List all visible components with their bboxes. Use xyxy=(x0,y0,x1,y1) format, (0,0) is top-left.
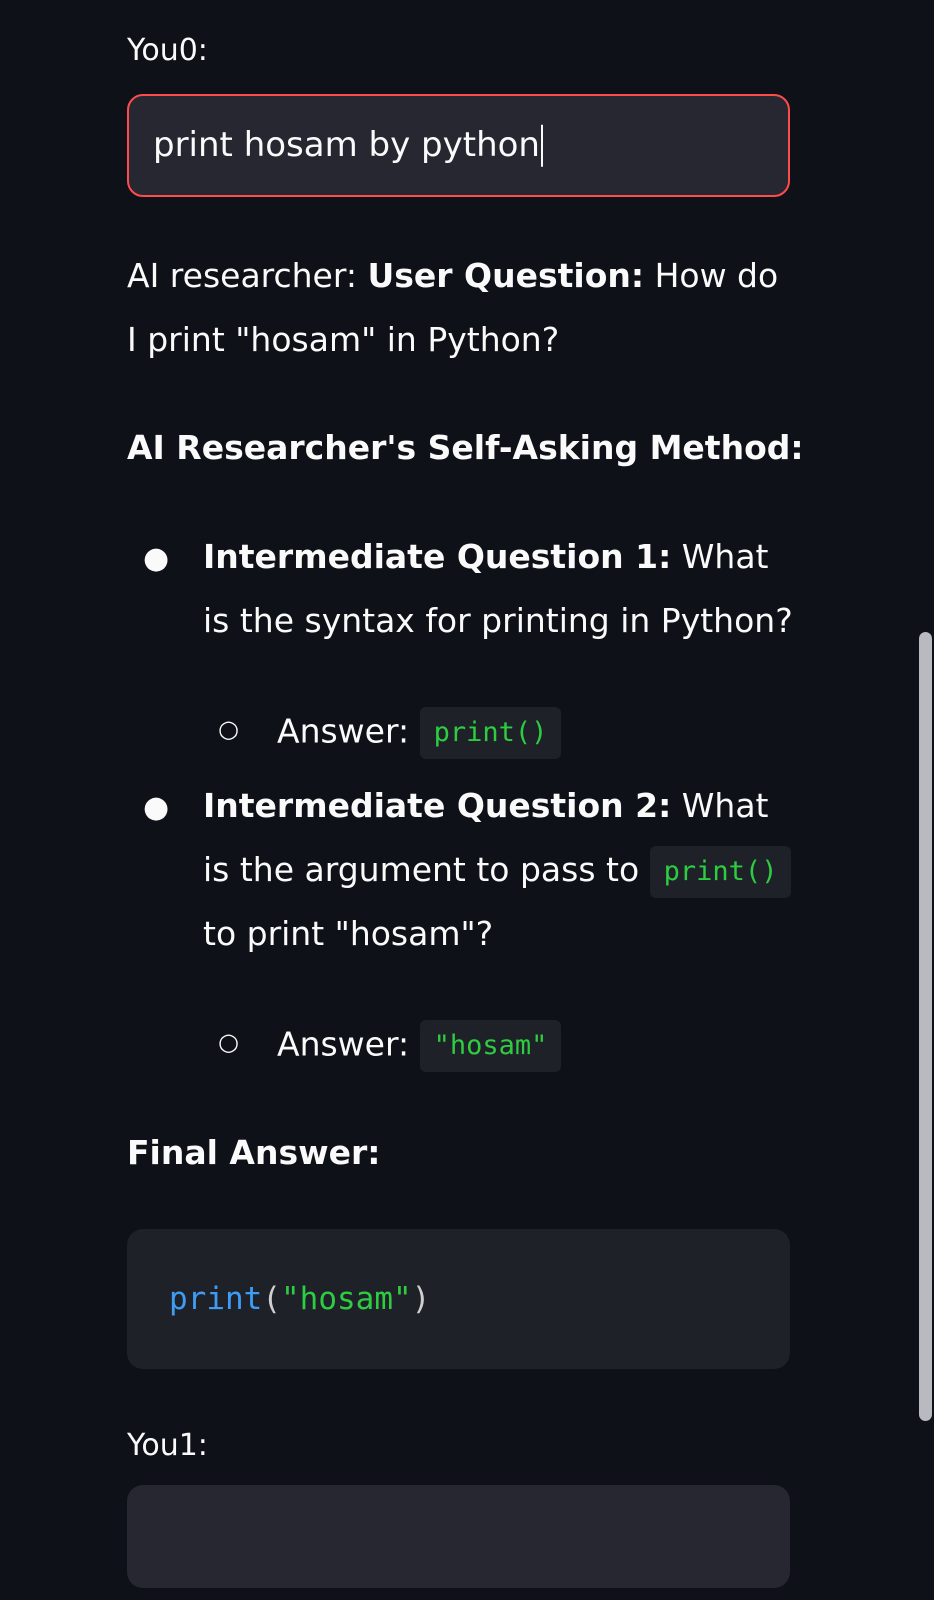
intermediate-question-1: Intermediate Question 1: What is the syn… xyxy=(203,537,793,640)
user-label-0: You0: xyxy=(127,33,208,68)
answer-1: Answer: print() xyxy=(277,707,562,759)
inline-code: print() xyxy=(649,845,792,898)
chat-input-0[interactable]: print hosam by python xyxy=(127,94,790,197)
final-answer-heading: Final Answer: xyxy=(127,1133,381,1172)
intermediate-question-2: Intermediate Question 2: What is the arg… xyxy=(203,774,803,966)
user-label-1: You1: xyxy=(127,1428,208,1463)
text-caret xyxy=(540,124,543,167)
scrollbar-thumb[interactable] xyxy=(919,632,932,1421)
inline-code: print() xyxy=(419,707,562,759)
method-heading: AI Researcher's Self-Asking Method: xyxy=(127,428,804,467)
answer-2: Answer: "hosam" xyxy=(277,1020,562,1072)
bullet-dot: ● xyxy=(143,541,170,576)
sub-bullet-circle: ○ xyxy=(218,1028,239,1056)
chat-input-0-value: print hosam by python xyxy=(153,124,543,167)
final-code-block: print("hosam") xyxy=(127,1229,790,1369)
response-intro: AI researcher: User Question: How do I p… xyxy=(127,256,779,359)
chat-input-1[interactable] xyxy=(127,1485,790,1588)
final-code: print("hosam") xyxy=(169,1281,431,1317)
bullet-dot: ● xyxy=(143,790,170,825)
chat-page: You0: print hosam by python AI researche… xyxy=(0,0,934,1600)
inline-code: "hosam" xyxy=(419,1020,562,1072)
sub-bullet-circle: ○ xyxy=(218,715,239,743)
